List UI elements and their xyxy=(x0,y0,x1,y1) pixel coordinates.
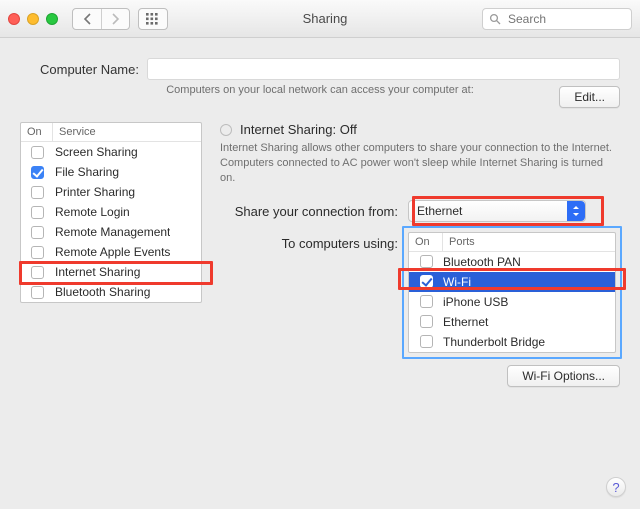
service-row-internet-sharing[interactable]: Internet Sharing xyxy=(21,262,201,282)
service-label: Internet Sharing xyxy=(53,265,140,279)
forward-button[interactable] xyxy=(101,9,129,29)
service-checkbox[interactable] xyxy=(31,186,44,199)
help-button[interactable]: ? xyxy=(606,477,626,497)
share-from-label: Share your connection from: xyxy=(220,200,408,219)
service-label: Screen Sharing xyxy=(53,145,138,159)
service-row[interactable]: Bluetooth Sharing xyxy=(21,282,201,302)
detail-pane: Internet Sharing: Off Internet Sharing a… xyxy=(220,122,620,387)
edit-button[interactable]: Edit... xyxy=(559,86,620,108)
service-row[interactable]: File Sharing xyxy=(21,162,201,182)
port-row[interactable]: Bluetooth PAN xyxy=(409,252,615,272)
service-checkbox[interactable] xyxy=(31,146,44,159)
wifi-options-button[interactable]: Wi-Fi Options... xyxy=(507,365,620,387)
port-checkbox[interactable] xyxy=(420,275,433,288)
service-checkbox[interactable] xyxy=(31,246,44,259)
service-label: Remote Management xyxy=(53,225,170,239)
service-label: Printer Sharing xyxy=(53,185,135,199)
service-label: Bluetooth Sharing xyxy=(53,285,150,299)
share-from-select[interactable]: Ethernet xyxy=(408,200,586,222)
port-checkbox[interactable] xyxy=(420,335,433,348)
window-title: Sharing xyxy=(176,11,474,26)
service-row[interactable]: Printer Sharing xyxy=(21,182,201,202)
nav-back-forward xyxy=(72,8,130,30)
search-field[interactable] xyxy=(482,8,632,30)
service-checkbox[interactable] xyxy=(31,266,44,279)
service-row[interactable]: Remote Login xyxy=(21,202,201,222)
service-row[interactable]: Screen Sharing xyxy=(21,142,201,162)
titlebar: Sharing xyxy=(0,0,640,38)
port-row[interactable]: Thunderbolt Bridge xyxy=(409,332,615,352)
port-row-wifi[interactable]: Wi-Fi xyxy=(409,272,615,292)
status-radio-icon xyxy=(220,124,232,136)
service-label: Remote Apple Events xyxy=(53,245,170,259)
share-from-value: Ethernet xyxy=(417,204,462,218)
ports-header-ports: Ports xyxy=(443,233,481,251)
service-checkbox[interactable] xyxy=(31,206,44,219)
port-label: Bluetooth PAN xyxy=(443,255,521,269)
window-controls xyxy=(8,13,58,25)
search-icon xyxy=(489,13,501,25)
port-checkbox[interactable] xyxy=(420,295,433,308)
computer-name-label: Computer Name: xyxy=(40,62,139,77)
ports-list: On Ports Bluetooth PAN Wi-Fi xyxy=(408,232,616,353)
service-checkbox[interactable] xyxy=(31,286,44,299)
service-checkbox[interactable] xyxy=(31,166,44,179)
minimize-icon[interactable] xyxy=(27,13,39,25)
port-label: Wi-Fi xyxy=(443,275,471,289)
port-label: Thunderbolt Bridge xyxy=(443,335,545,349)
services-list: On Service Screen Sharing File Sharing P… xyxy=(20,122,202,303)
port-label: iPhone USB xyxy=(443,295,508,309)
service-label: File Sharing xyxy=(53,165,119,179)
detail-description: Internet Sharing allows other computers … xyxy=(220,141,620,186)
zoom-icon[interactable] xyxy=(46,13,58,25)
to-computers-label: To computers using: xyxy=(220,232,408,251)
port-label: Ethernet xyxy=(443,315,488,329)
service-row[interactable]: Remote Management xyxy=(21,222,201,242)
port-row[interactable]: Ethernet xyxy=(409,312,615,332)
service-checkbox[interactable] xyxy=(31,226,44,239)
computer-name-input[interactable] xyxy=(147,58,620,80)
port-checkbox[interactable] xyxy=(420,315,433,328)
service-label: Remote Login xyxy=(53,205,130,219)
show-all-button[interactable] xyxy=(138,8,168,30)
service-row[interactable]: Remote Apple Events xyxy=(21,242,201,262)
chevron-up-down-icon xyxy=(567,201,585,221)
services-header-on: On xyxy=(21,123,53,141)
port-row[interactable]: iPhone USB xyxy=(409,292,615,312)
ports-header-on: On xyxy=(409,233,443,251)
detail-heading: Internet Sharing: Off xyxy=(240,122,357,137)
services-header-service: Service xyxy=(53,123,102,141)
port-checkbox[interactable] xyxy=(420,255,433,268)
search-input[interactable] xyxy=(506,11,640,27)
back-button[interactable] xyxy=(73,9,101,29)
close-icon[interactable] xyxy=(8,13,20,25)
